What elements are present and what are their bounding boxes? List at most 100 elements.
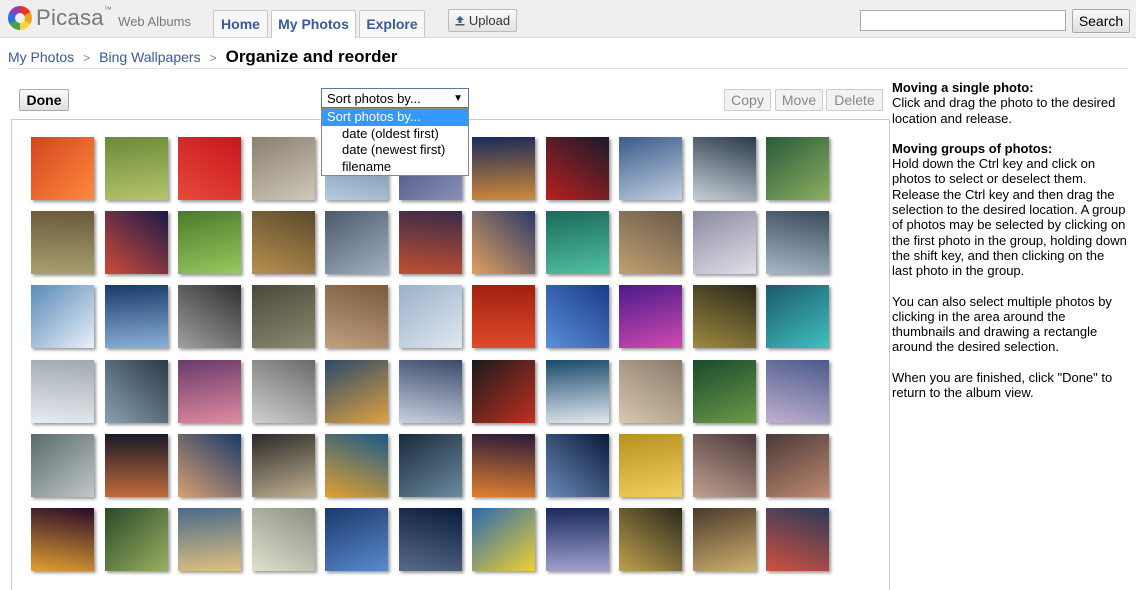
help-single-text: Click and drag the photo to the desired … (892, 95, 1116, 126)
photo-thumbnail[interactable] (692, 137, 756, 200)
photo-thumbnail[interactable] (31, 359, 94, 423)
photo-thumbnail[interactable] (31, 285, 94, 349)
breadcrumb-separator: > (209, 51, 217, 65)
photo-thumbnail[interactable] (104, 137, 168, 200)
done-button[interactable]: Done (19, 89, 69, 111)
breadcrumb-album[interactable]: Bing Wallpapers (99, 49, 200, 65)
brand-name: Picasa™ (36, 5, 113, 30)
divider (8, 68, 1128, 69)
photo-thumbnail[interactable] (545, 359, 609, 423)
photo-thumbnail[interactable] (545, 137, 609, 200)
photo-thumbnail[interactable] (619, 137, 682, 200)
photo-thumbnail[interactable] (766, 211, 829, 275)
sort-option-date-oldest[interactable]: date (oldest first) (322, 126, 468, 143)
photo-thumbnail[interactable] (31, 211, 94, 275)
page-title: Organize and reorder (225, 47, 398, 66)
photo-thumbnail[interactable] (472, 508, 535, 571)
photo-thumbnail[interactable] (104, 285, 168, 349)
photo-thumbnail[interactable] (472, 433, 535, 497)
photo-thumbnail[interactable] (545, 285, 609, 349)
move-button[interactable]: Move (775, 89, 823, 111)
photo-thumbnail[interactable] (104, 433, 168, 497)
sort-select[interactable]: Sort photos by... ▼ (321, 88, 469, 108)
photo-thumbnail[interactable] (178, 137, 241, 200)
photo-thumbnail[interactable] (325, 211, 388, 275)
photo-thumbnail[interactable] (251, 137, 315, 200)
photo-thumbnail[interactable] (545, 211, 609, 275)
photo-thumbnail[interactable] (545, 433, 609, 497)
tab-my-photos[interactable]: My Photos (271, 10, 356, 38)
copy-button[interactable]: Copy (724, 89, 771, 111)
photo-thumbnail[interactable] (325, 433, 388, 497)
photo-thumbnail[interactable] (251, 359, 315, 423)
upload-icon (455, 16, 465, 26)
dropdown-arrow-icon: ▼ (453, 93, 463, 104)
photo-thumbnail[interactable] (178, 433, 241, 497)
photo-thumbnail[interactable] (766, 433, 829, 497)
upload-label: Upload (468, 13, 511, 28)
sort-dropdown-menu: Sort photos by... date (oldest first) da… (321, 108, 469, 176)
tab-explore[interactable]: Explore (359, 10, 425, 37)
photo-thumbnail[interactable] (766, 359, 829, 423)
help-done-text: When you are finished, click "Done" to r… (892, 369, 1113, 401)
photo-thumbnail[interactable] (104, 508, 168, 571)
photo-thumbnail[interactable] (692, 359, 756, 423)
picasa-logo[interactable]: Picasa™ Web Albums (8, 5, 191, 31)
photo-thumbnail[interactable] (178, 285, 241, 349)
help-panel: Moving a single photo: Click and drag the… (892, 80, 1128, 415)
help-multi-text: You can also select multiple photos by c… (892, 293, 1112, 355)
photo-thumbnail[interactable] (31, 433, 94, 497)
photo-thumbnail[interactable] (766, 137, 829, 200)
photo-thumbnail[interactable] (251, 285, 315, 349)
help-group-text: Hold down the Ctrl key and click on phot… (892, 156, 1127, 279)
search-button[interactable]: Search (1072, 9, 1130, 33)
photo-thumbnail[interactable] (325, 508, 388, 571)
photo-thumbnail[interactable] (398, 285, 462, 349)
photo-thumbnail[interactable] (692, 433, 756, 497)
photo-thumbnail[interactable] (178, 211, 241, 275)
top-bar: Picasa™ Web Albums Home My Photos Explor… (0, 0, 1136, 38)
photo-thumbnail[interactable] (619, 433, 682, 497)
photo-thumbnail[interactable] (766, 285, 829, 349)
photo-thumbnail[interactable] (692, 508, 756, 571)
photo-thumbnail[interactable] (692, 285, 756, 349)
photo-thumbnail[interactable] (31, 137, 94, 200)
photo-thumbnail[interactable] (398, 433, 462, 497)
photo-thumbnail[interactable] (325, 359, 388, 423)
breadcrumb: My Photos > Bing Wallpapers > Organize and r… (8, 47, 398, 67)
photo-thumbnail[interactable] (619, 211, 682, 275)
photo-thumbnail[interactable] (251, 508, 315, 571)
photo-thumbnail[interactable] (472, 137, 535, 200)
photo-thumbnail[interactable] (178, 359, 241, 423)
photo-thumbnail[interactable] (325, 285, 388, 349)
photo-thumbnail[interactable] (766, 508, 829, 571)
delete-button[interactable]: Delete (826, 89, 883, 111)
photo-thumbnail[interactable] (398, 508, 462, 571)
tab-home[interactable]: Home (213, 10, 268, 37)
photo-thumbnail[interactable] (31, 508, 94, 571)
search-input[interactable] (860, 10, 1066, 31)
photo-thumbnail[interactable] (178, 508, 241, 571)
photo-thumbnail[interactable] (251, 211, 315, 275)
photo-thumbnail[interactable] (619, 285, 682, 349)
photo-thumbnail[interactable] (545, 508, 609, 571)
upload-button[interactable]: Upload (448, 9, 517, 32)
photo-thumbnail[interactable] (692, 211, 756, 275)
photo-thumbnail[interactable] (251, 433, 315, 497)
help-single-title: Moving a single photo: (892, 80, 1034, 95)
photo-thumbnail[interactable] (472, 211, 535, 275)
photo-thumbnail[interactable] (398, 359, 462, 423)
photo-thumbnail[interactable] (619, 359, 682, 423)
sort-option-filename[interactable]: filename (322, 159, 468, 176)
photo-thumbnail[interactable] (104, 359, 168, 423)
sort-option-date-newest[interactable]: date (newest first) (322, 142, 468, 159)
photo-thumbnail[interactable] (104, 211, 168, 275)
photo-thumbnail[interactable] (398, 211, 462, 275)
breadcrumb-my-photos[interactable]: My Photos (8, 49, 74, 65)
photo-grid[interactable] (11, 119, 890, 590)
photo-thumbnail[interactable] (619, 508, 682, 571)
sort-option-default[interactable]: Sort photos by... (322, 109, 468, 126)
photo-thumbnail[interactable] (472, 359, 535, 423)
photo-thumbnail[interactable] (472, 285, 535, 349)
brand-subtitle: Web Albums (118, 14, 191, 29)
